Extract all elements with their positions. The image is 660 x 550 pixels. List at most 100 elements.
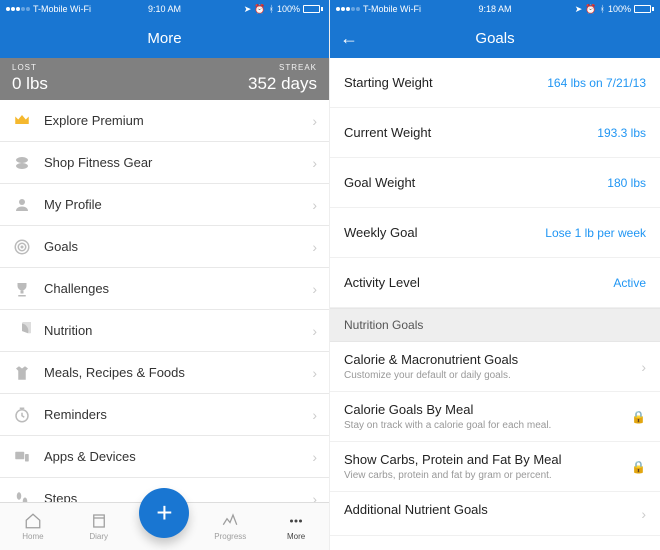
stats-strip: LOST 0 lbs STREAK 352 days <box>0 58 329 100</box>
tab-more[interactable]: More <box>271 512 321 541</box>
clock-label: 9:10 AM <box>148 4 181 14</box>
carrier-label: T-Mobile Wi-Fi <box>363 4 421 14</box>
streak-value: 352 days <box>248 74 317 94</box>
chevron-right-icon: › <box>312 365 317 381</box>
goal-row[interactable]: Goal Weight 180 lbs <box>330 158 660 208</box>
goal-value: 193.3 lbs <box>597 126 646 140</box>
list-item-label: Nutrition <box>44 323 92 338</box>
nutrition-row[interactable]: Calorie Goals By Meal Stay on track with… <box>330 392 660 442</box>
row-subtitle: Customize your default or daily goals. <box>344 370 646 381</box>
list-item[interactable]: Meals, Recipes & Foods › <box>0 352 329 394</box>
list-item[interactable]: Shop Fitness Gear › <box>0 142 329 184</box>
row-subtitle: View carbs, protein and fat by gram or p… <box>344 470 646 481</box>
crown-icon <box>12 111 32 131</box>
nutrition-row[interactable]: Additional Nutrient Goals › <box>330 492 660 536</box>
goal-label: Starting Weight <box>344 75 433 90</box>
row-title: Additional Nutrient Goals <box>344 502 646 517</box>
list-item[interactable]: Challenges › <box>0 268 329 310</box>
chevron-right-icon: › <box>641 506 646 522</box>
goals-list[interactable]: Starting Weight 164 lbs on 7/21/13 Curre… <box>330 58 660 550</box>
list-item-label: Meals, Recipes & Foods <box>44 365 185 380</box>
profile-icon <box>12 195 32 215</box>
list-item-label: My Profile <box>44 197 102 212</box>
chevron-right-icon: › <box>312 239 317 255</box>
streak-label: STREAK <box>279 63 317 72</box>
home-icon <box>23 512 43 530</box>
list-item[interactable]: Reminders › <box>0 394 329 436</box>
tab-home[interactable]: Home <box>8 512 58 541</box>
tab-diary[interactable]: Diary <box>74 512 124 541</box>
location-icon: ➤ <box>575 4 583 15</box>
lock-icon: 🔒 <box>631 460 646 474</box>
battery-icon <box>303 5 323 13</box>
ua-icon <box>12 153 32 173</box>
chevron-right-icon: › <box>312 491 317 503</box>
alarm-icon: ⏰ <box>585 4 596 15</box>
nav-bar: More <box>0 18 329 58</box>
goal-row[interactable]: Weekly Goal Lose 1 lb per week <box>330 208 660 258</box>
list-item[interactable]: Apps & Devices › <box>0 436 329 478</box>
tab-label: Progress <box>214 532 246 541</box>
list-item[interactable]: Explore Premium › <box>0 100 329 142</box>
piechart-icon <box>12 321 32 341</box>
footsteps-icon <box>12 489 32 503</box>
back-button[interactable]: ← <box>340 28 358 49</box>
diary-icon <box>89 512 109 530</box>
lost-value: 0 lbs <box>12 74 48 94</box>
row-title: Calorie Goals By Meal <box>344 402 646 417</box>
list-item-label: Challenges <box>44 281 109 296</box>
lost-label: LOST <box>12 63 48 72</box>
goal-value: 180 lbs <box>607 176 646 190</box>
row-title: Show Carbs, Protein and Fat By Meal <box>344 452 646 467</box>
nutrition-row[interactable]: Calorie & Macronutrient Goals Customize … <box>330 342 660 392</box>
tab-label: Home <box>22 532 43 541</box>
nutrition-row[interactable]: Show Carbs, Protein and Fat By Meal View… <box>330 442 660 492</box>
signal-dots-icon <box>336 7 360 11</box>
tab-label: Diary <box>89 532 108 541</box>
carrier-label: T-Mobile Wi-Fi <box>33 4 91 14</box>
row-title: Calorie & Macronutrient Goals <box>344 352 646 367</box>
list-item[interactable]: Nutrition › <box>0 310 329 352</box>
goal-label: Current Weight <box>344 125 431 140</box>
tab-progress[interactable]: Progress <box>205 512 255 541</box>
page-title: More <box>147 30 181 47</box>
progress-icon <box>220 512 240 530</box>
nav-bar: ← Goals <box>330 18 660 58</box>
tab-bar: Home Diary + Progress More <box>0 502 329 550</box>
goal-row[interactable]: Starting Weight 164 lbs on 7/21/13 <box>330 58 660 108</box>
more-list[interactable]: Explore Premium › Shop Fitness Gear › My… <box>0 100 329 502</box>
list-item-label: Shop Fitness Gear <box>44 155 152 170</box>
list-item-label: Steps <box>44 491 77 502</box>
lock-icon: 🔒 <box>631 410 646 424</box>
plus-icon: + <box>156 497 172 529</box>
goals-screen: T-Mobile Wi-Fi 9:18 AM ➤ ⏰ ᚼ 100% ← Goal… <box>330 0 660 550</box>
chevron-right-icon: › <box>641 359 646 375</box>
more-icon <box>286 512 306 530</box>
target-icon <box>12 237 32 257</box>
battery-pct: 100% <box>277 4 300 14</box>
signal-dots-icon <box>6 7 30 11</box>
list-item[interactable]: Goals › <box>0 226 329 268</box>
list-item-label: Explore Premium <box>44 113 144 128</box>
chevron-right-icon: › <box>312 281 317 297</box>
goal-label: Weekly Goal <box>344 225 417 240</box>
bluetooth-icon: ᚼ <box>269 4 274 14</box>
shirt-icon <box>12 363 32 383</box>
tab-label: More <box>287 532 305 541</box>
clock-icon <box>12 405 32 425</box>
clock-label: 9:18 AM <box>478 4 511 14</box>
goal-row[interactable]: Current Weight 193.3 lbs <box>330 108 660 158</box>
chevron-right-icon: › <box>312 449 317 465</box>
alarm-icon: ⏰ <box>254 4 265 15</box>
battery-pct: 100% <box>608 4 631 14</box>
goal-label: Activity Level <box>344 275 420 290</box>
status-bar: T-Mobile Wi-Fi 9:18 AM ➤ ⏰ ᚼ 100% <box>330 0 660 18</box>
add-button[interactable]: + <box>139 488 189 538</box>
goal-row[interactable]: Activity Level Active <box>330 258 660 308</box>
chevron-right-icon: › <box>312 323 317 339</box>
battery-icon <box>634 5 654 13</box>
chevron-right-icon: › <box>312 197 317 213</box>
goal-value: Lose 1 lb per week <box>545 226 646 240</box>
location-icon: ➤ <box>244 4 252 15</box>
list-item[interactable]: My Profile › <box>0 184 329 226</box>
